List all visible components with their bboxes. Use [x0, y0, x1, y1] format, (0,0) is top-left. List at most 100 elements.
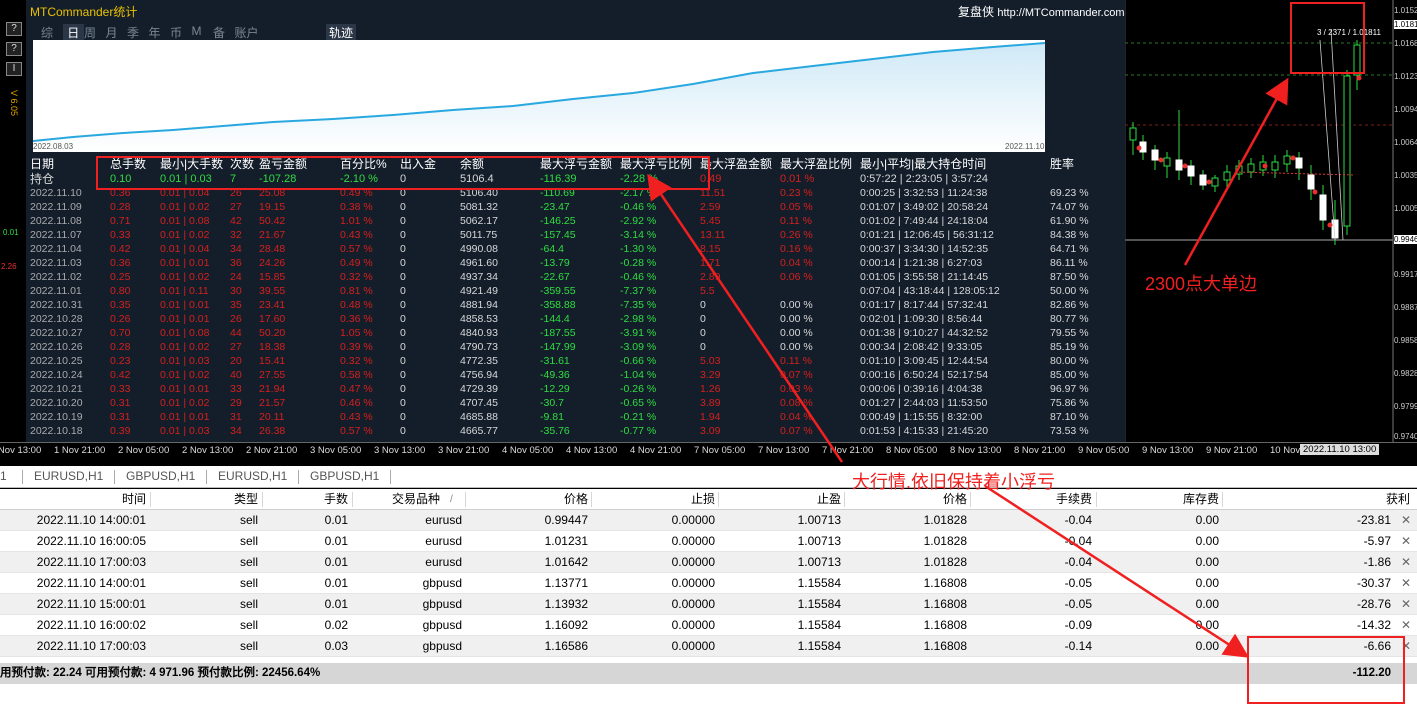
tab-eurusd-h1-2[interactable]: EURUSD,H1 — [218, 469, 287, 483]
close-order-icon[interactable]: ✕ — [1401, 531, 1411, 552]
stats-cell-max-fp: 1.71 — [700, 257, 721, 269]
stats-cell-flow: 0 — [400, 383, 406, 395]
site-url[interactable]: http://MTCommander.com — [997, 7, 1124, 19]
close-order-icon[interactable]: ✕ — [1401, 573, 1411, 594]
tab-gbpusd-h1[interactable]: GBPUSD,H1 — [126, 469, 195, 483]
tab-stub[interactable]: 1 — [0, 469, 7, 483]
tab-all[interactable]: 综 — [41, 24, 63, 41]
col-hold-time: 最小|平均|最大持仓时间 — [860, 157, 987, 171]
col-tp[interactable]: 止盈 — [720, 489, 841, 510]
col-profit[interactable]: 获利 — [1224, 489, 1410, 510]
stats-cell-max-fp-pct: 0.06 % — [780, 271, 813, 283]
tab-eurusd-h1[interactable]: EURUSD,H1 — [34, 469, 103, 483]
tab-week[interactable]: 周 — [84, 24, 106, 41]
stats-cell-max-dd-pct: -3.91 % — [620, 327, 657, 339]
order-row[interactable]: 2022.11.10 17:00:03 sell 0.03 gbpusd 1.16586… — [0, 636, 1417, 657]
stats-cell-max-dd: -147.99 — [540, 341, 576, 353]
time-axis: 1 Nov 13:00 1 Nov 21:00 2 Nov 05:00 2 Nov 1… — [0, 442, 1417, 458]
stats-cell-max-dd-pct: -2.98 % — [620, 313, 657, 325]
col-sl[interactable]: 止损 — [593, 489, 715, 510]
order-cell-tp: 1.15584 — [797, 639, 841, 653]
stats-cell-flow: 0 — [400, 215, 406, 227]
stats-cell-max-fp-pct: 0.26 % — [780, 229, 813, 241]
tab-day[interactable]: 日 — [62, 24, 84, 41]
stats-cell-lots: 0.26 — [110, 313, 131, 325]
stats-cell-flow: 0 — [400, 201, 406, 213]
site-label[interactable]: 复盘侠 http://MTCommander.com — [958, 3, 1125, 20]
order-cell-price: 0.99447 — [544, 513, 588, 527]
col-lots[interactable]: 手数 — [264, 489, 348, 510]
equity-curve-fill — [33, 43, 1045, 152]
order-row[interactable]: 2022.11.10 17:00:03 sell 0.01 eurusd 1.01642… — [0, 552, 1417, 573]
order-row[interactable]: 2022.11.10 14:00:01 sell 0.01 eurusd 0.99447… — [0, 510, 1417, 531]
stats-row: 2022.11.07 0.33 0.01 | 0.02 32 21.67 0.43 % 0 5… — [0, 228, 1125, 242]
stats-cell-pnl: 21.67 — [259, 229, 286, 241]
tab-quarter[interactable]: 季 — [127, 24, 149, 41]
stats-cell-pnl: 17.60 — [259, 313, 286, 325]
stats-cell-max-fp: 1.26 — [700, 383, 721, 395]
holding-label: 持仓 — [30, 172, 55, 186]
price-label: 1.00940 — [1394, 105, 1417, 114]
holding-hold-time: 0:57:22 | 2:23:05 | 3:57:24 — [860, 173, 989, 185]
time-axis-label: 3 Nov 21:00 — [438, 445, 490, 456]
stats-cell-balance: 4858.53 — [460, 313, 498, 325]
stats-cell-hold: 0:00:25 | 3:32:53 | 11:24:38 — [860, 187, 988, 199]
col-time[interactable]: 时间 — [30, 489, 146, 510]
help-button-1[interactable]: ? — [6, 22, 22, 36]
stats-cell-win: 73.53 % — [1050, 425, 1089, 437]
tab-note[interactable]: 备 — [213, 24, 235, 41]
stats-cell-max-dd: -12.29 — [540, 383, 570, 395]
time-axis-label: 8 Nov 21:00 — [1014, 445, 1066, 456]
tab-gbpusd-h1-2[interactable]: GBPUSD,H1 — [310, 469, 379, 483]
close-order-icon[interactable]: ✕ — [1401, 552, 1411, 573]
price-chart[interactable]: 1.01525 1.01811 1.01680 1.01235 1.00940 … — [1124, 0, 1417, 442]
col-max-fp-pct: 最大浮盈比例 — [780, 157, 853, 171]
col-symbol[interactable]: 交易品种 — [354, 489, 440, 510]
tab-currency[interactable]: 币 — [170, 24, 192, 41]
order-row[interactable]: 2022.11.10 16:00:05 sell 0.01 eurusd 1.01231… — [0, 531, 1417, 552]
equity-curve-svg — [32, 42, 1046, 152]
order-cell-type: sell — [239, 639, 258, 653]
stats-cell-win: 85.00 % — [1050, 369, 1089, 381]
price-label: 1.00645 — [1394, 138, 1417, 147]
stats-cell-max-fp-pct: 0.07 % — [780, 425, 813, 437]
tab-magic[interactable]: M — [192, 24, 214, 41]
stats-cell-balance: 4790.73 — [460, 341, 498, 353]
stats-cell-max-fp-pct: 0.07 % — [780, 369, 813, 381]
stats-cell-pnl: 23.41 — [259, 299, 286, 311]
tab-account[interactable]: 账户 — [235, 24, 275, 41]
order-cell-profit: -14.32 — [1356, 618, 1391, 632]
stats-cell-date: 2022.11.08 — [30, 215, 82, 227]
price-label: 0.97400 — [1394, 432, 1417, 441]
stats-cell-max-dd-pct: -1.04 % — [620, 369, 657, 381]
stats-cell-pct: 0.81 % — [340, 285, 373, 297]
col-type[interactable]: 类型 — [152, 489, 258, 510]
stats-cell-flow: 0 — [400, 271, 406, 283]
order-cell-price2: 1.16808 — [923, 618, 967, 632]
order-row[interactable]: 2022.11.10 16:00:02 sell 0.02 gbpusd 1.16092… — [0, 615, 1417, 636]
order-row[interactable]: 2022.11.10 14:00:01 sell 0.01 gbpusd 1.13771… — [0, 573, 1417, 594]
order-cell-swap: 0.00 — [1195, 555, 1219, 569]
price-label: 1.01811 — [1394, 20, 1417, 29]
tab-year[interactable]: 年 — [149, 24, 171, 41]
stats-cell-max-dd: -13.79 — [540, 257, 570, 269]
stats-row: 2022.10.19 0.31 0.01 | 0.01 31 20.11 0.43 % 0 4… — [0, 410, 1125, 424]
col-divider — [970, 492, 971, 507]
col-swap[interactable]: 库存费 — [1098, 489, 1219, 510]
close-order-icon[interactable]: ✕ — [1401, 615, 1411, 636]
annotation-small-loss: 大行情.依旧保持着小浮亏 — [852, 472, 1055, 492]
tab-month[interactable]: 月 — [106, 24, 128, 41]
stats-cell-pnl: 27.55 — [259, 369, 286, 381]
order-cell-commission: -0.05 — [1064, 576, 1092, 590]
close-order-icon[interactable]: ✕ — [1401, 510, 1411, 531]
stats-cell-max-dd-pct: -7.35 % — [620, 299, 657, 311]
help-button-2[interactable]: ? — [6, 42, 22, 56]
info-button[interactable]: I — [6, 62, 22, 76]
order-row[interactable]: 2022.11.10 15:00:01 sell 0.01 gbpusd 1.13932… — [0, 594, 1417, 615]
tab-trace[interactable]: 轨迹 — [326, 24, 357, 41]
stats-row: 2022.11.02 0.25 0.01 | 0.02 24 15.85 0.32 % 0 4… — [0, 270, 1125, 284]
version-label: V 6.05 — [9, 90, 19, 117]
close-order-icon[interactable]: ✕ — [1401, 594, 1411, 615]
col-price[interactable]: 价格 — [467, 489, 588, 510]
time-axis-label: 1 Nov 13:00 — [0, 445, 42, 456]
